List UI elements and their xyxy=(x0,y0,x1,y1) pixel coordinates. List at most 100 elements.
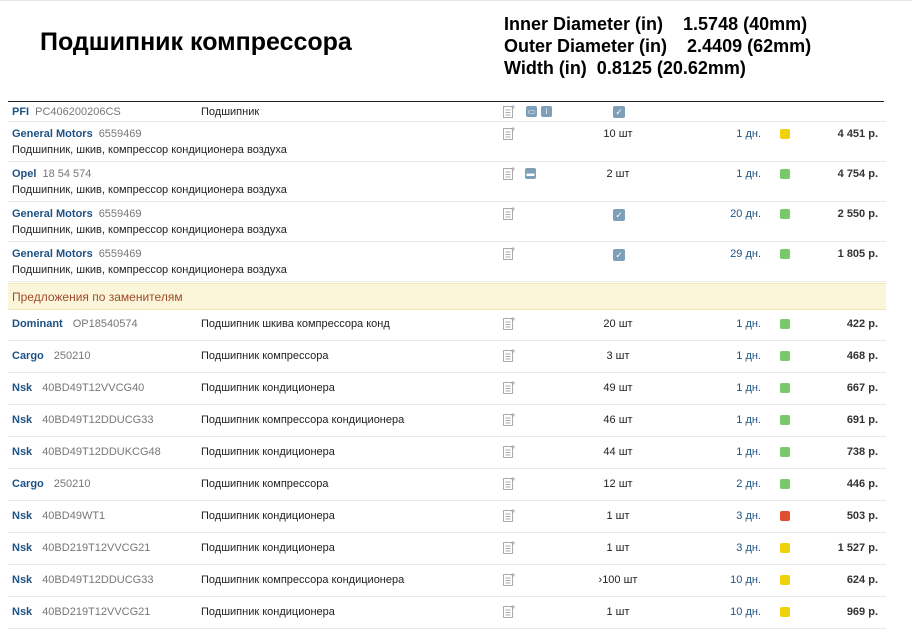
note-icon[interactable] xyxy=(503,477,515,490)
status-indicator xyxy=(780,511,790,521)
brand-name[interactable]: Nsk xyxy=(12,606,32,618)
table-row: General Motors 6559469 Подшипник, шкив, ко… xyxy=(8,123,886,162)
article-number[interactable]: 250210 xyxy=(54,350,91,362)
article-number[interactable]: OP18540574 xyxy=(73,318,138,330)
article-number[interactable]: 40BD49T12VVCG40 xyxy=(42,382,144,394)
article-number[interactable]: 40BD49WT1 xyxy=(42,510,105,522)
note-icon[interactable] xyxy=(503,247,515,260)
part-description: Подшипник кондиционера xyxy=(201,542,335,554)
brand-link[interactable]: Nsk 40BD219T12VVCG21 xyxy=(12,606,150,618)
brand-link[interactable]: Nsk 40BD49T12DDUCG33 xyxy=(12,574,153,586)
brand-link[interactable]: PFI PC406200206CS xyxy=(12,106,121,118)
table-row: General Motors 6559469 Подшипник, шкив, ко… xyxy=(8,203,886,242)
note-icon[interactable] xyxy=(503,413,515,426)
brand-link[interactable]: Cargo 250210 xyxy=(12,478,91,490)
delivery-days: 20 дн. xyxy=(730,208,761,220)
note-icon[interactable] xyxy=(503,381,515,394)
note-icon[interactable] xyxy=(503,105,515,118)
image-icon[interactable]: ▭ xyxy=(526,106,537,117)
article-number[interactable]: 40BD49T12DDUKCG48 xyxy=(42,446,161,458)
price: 503 р. xyxy=(846,510,878,522)
brand-link[interactable]: Nsk 40BD219T12VVCG21 xyxy=(12,542,150,554)
article-number[interactable]: 6559469 xyxy=(99,248,142,260)
part-description: Подшипник кондиционера xyxy=(201,510,335,522)
status-indicator xyxy=(780,383,790,393)
brand-link[interactable]: Dominant OP18540574 xyxy=(12,318,138,330)
checkbox-icon[interactable]: ✓ xyxy=(613,249,625,261)
spec-outer-diameter: Outer Diameter (in) 2.4409 (62mm) xyxy=(504,36,812,56)
price: 624 р. xyxy=(846,574,878,586)
article-number[interactable]: 40BD219T12VVCG21 xyxy=(42,606,150,618)
brand-link[interactable]: Nsk 40BD49T12VVCG40 xyxy=(12,382,144,394)
note-icon[interactable] xyxy=(503,573,515,586)
info-icon[interactable]: i xyxy=(541,106,552,117)
brand-name[interactable]: Cargo xyxy=(12,478,44,490)
brand-name[interactable]: Nsk xyxy=(12,510,32,522)
brand-link[interactable]: Nsk 40BD49T12DDUKCG48 xyxy=(12,446,161,458)
brand-name[interactable]: General Motors xyxy=(12,208,93,220)
article-number[interactable]: 6559469 xyxy=(99,128,142,140)
brand-name[interactable]: Nsk xyxy=(12,542,32,554)
brand-link[interactable]: General Motors 6559469 xyxy=(12,248,142,260)
price: 691 р. xyxy=(846,414,878,426)
brand-link[interactable]: General Motors 6559469 xyxy=(12,128,142,140)
delivery-days: 1 дн. xyxy=(736,128,761,140)
price: 446 р. xyxy=(846,478,878,490)
brand-name[interactable]: Cargo xyxy=(12,350,44,362)
note-icon[interactable] xyxy=(503,349,515,362)
article-number[interactable]: PC406200206CS xyxy=(35,106,121,118)
brand-name[interactable]: General Motors xyxy=(12,248,93,260)
status-indicator xyxy=(780,169,790,179)
article-number[interactable]: 40BD49T12DDUCG33 xyxy=(42,414,153,426)
status-indicator xyxy=(780,479,790,489)
table-row: Nsk 40BD49WT1 Подшипник кондиционера 1 шт 3 … xyxy=(8,502,886,533)
quantity: 1 шт xyxy=(606,606,630,618)
status-indicator xyxy=(780,543,790,553)
note-icon[interactable] xyxy=(503,207,515,220)
brand-name[interactable]: Nsk xyxy=(12,382,32,394)
brand-name[interactable]: Nsk xyxy=(12,414,32,426)
quantity: 46 шт xyxy=(603,414,633,426)
brand-name[interactable]: Nsk xyxy=(12,574,32,586)
article-number[interactable]: 6559469 xyxy=(99,208,142,220)
brand-name[interactable]: Opel xyxy=(12,168,36,180)
article-number[interactable]: 40BD219T12VVCG21 xyxy=(42,542,150,554)
quantity: 12 шт xyxy=(603,478,633,490)
brand-name[interactable]: Dominant xyxy=(12,318,63,330)
note-icon[interactable] xyxy=(503,317,515,330)
note-icon[interactable] xyxy=(503,509,515,522)
status-indicator xyxy=(780,415,790,425)
brand-link[interactable]: Cargo 250210 xyxy=(12,350,91,362)
checkbox-icon[interactable]: ✓ xyxy=(613,106,625,118)
status-indicator xyxy=(780,607,790,617)
quantity: 1 шт xyxy=(606,542,630,554)
price: 667 р. xyxy=(846,382,878,394)
status-indicator xyxy=(780,209,790,219)
note-icon[interactable] xyxy=(503,445,515,458)
part-description: Подшипник xyxy=(201,106,260,118)
checkbox-icon[interactable]: ✓ xyxy=(613,209,625,221)
delivery-days: 2 дн. xyxy=(736,478,761,490)
brand-link[interactable]: Nsk 40BD49WT1 xyxy=(12,510,105,522)
delivery-days: 1 дн. xyxy=(736,168,761,180)
status-indicator xyxy=(780,319,790,329)
quantity: 44 шт xyxy=(603,446,633,458)
table-row: Cargo 250210 Подшипник компрессора 12 шт 2 д… xyxy=(8,470,886,501)
car-icon[interactable]: ▬ xyxy=(525,168,536,179)
article-number[interactable]: 40BD49T12DDUCG33 xyxy=(42,574,153,586)
note-icon[interactable] xyxy=(503,167,515,180)
status-indicator xyxy=(780,575,790,585)
part-description: Подшипник кондиционера xyxy=(201,446,335,458)
note-icon[interactable] xyxy=(503,541,515,554)
brand-link[interactable]: Opel 18 54 574 xyxy=(12,168,91,180)
brand-link[interactable]: Nsk 40BD49T12DDUCG33 xyxy=(12,414,153,426)
brand-name[interactable]: Nsk xyxy=(12,446,32,458)
note-icon[interactable] xyxy=(503,605,515,618)
status-indicator xyxy=(780,351,790,361)
article-number[interactable]: 250210 xyxy=(54,478,91,490)
article-number[interactable]: 18 54 574 xyxy=(42,168,91,180)
brand-link[interactable]: General Motors 6559469 xyxy=(12,208,142,220)
brand-name[interactable]: General Motors xyxy=(12,128,93,140)
note-icon[interactable] xyxy=(503,127,515,140)
delivery-days: 3 дн. xyxy=(736,510,761,522)
